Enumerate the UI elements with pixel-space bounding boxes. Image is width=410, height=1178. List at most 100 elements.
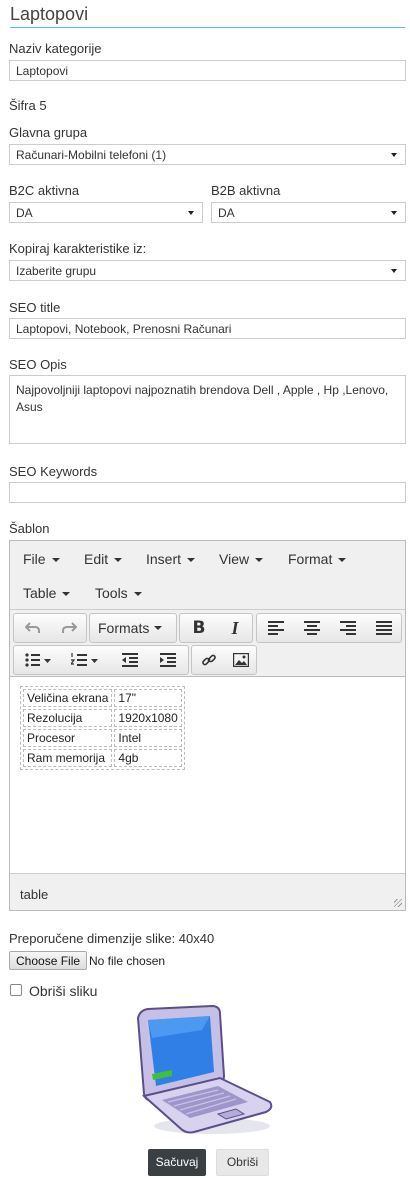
sifra-text: Šifra 5 — [9, 98, 47, 113]
insert-group — [191, 645, 257, 675]
caret-down-icon — [338, 558, 347, 563]
sablon-label: Šablon — [9, 521, 50, 536]
caret-down-icon — [187, 558, 196, 563]
menu-table[interactable]: Table — [23, 585, 71, 601]
numbered-list-icon[interactable] — [62, 646, 108, 674]
seo-opis-label: SEO Opis — [9, 357, 67, 372]
spec-value-cell[interactable]: 1920x1080 — [114, 709, 182, 727]
table-row[interactable]: Rezolucija 1920x1080 — [23, 709, 182, 727]
b2c-value: DA — [16, 206, 33, 220]
table-row[interactable]: Procesor Intel — [23, 729, 182, 747]
seo-opis-textarea[interactable]: Najpovoljniji laptopovi najpoznatih bren… — [9, 375, 406, 444]
glavna-grupa-value: Računari-Mobilni telefoni (1) — [16, 148, 167, 162]
laptop-icon — [132, 1004, 274, 1136]
spec-value-cell[interactable]: 4gb — [114, 749, 182, 767]
menu-file[interactable]: File — [23, 551, 60, 567]
formats-label: Formats — [98, 614, 172, 642]
menu-edit[interactable]: Edit — [84, 551, 123, 567]
naziv-input[interactable]: Laptopovi — [9, 60, 406, 81]
caret-down-icon — [114, 558, 123, 563]
indent-icon[interactable] — [150, 646, 186, 674]
table-row[interactable]: Ram memorija 4gb — [23, 749, 182, 767]
caret-down-icon — [62, 592, 71, 597]
list-group — [13, 645, 189, 675]
spec-name-cell[interactable]: Veličina ekrana — [23, 689, 113, 707]
image-dimensions-label: Preporučene dimenzije slike: 40x40 — [9, 931, 215, 946]
menu-insert[interactable]: Insert — [146, 551, 196, 567]
menu-tools[interactable]: Tools — [95, 585, 142, 601]
obrisi-sliku-checkbox[interactable] — [10, 984, 22, 996]
bullet-list-icon[interactable] — [18, 646, 58, 674]
editor-content[interactable]: Veličina ekrana 17" Rezolucija 1920x1080 Pro… — [10, 677, 405, 873]
seo-title-input[interactable]: Laptopovi, Notebook, Prenosni Računari — [9, 318, 406, 339]
glavna-grupa-label: Glavna grupa — [9, 125, 88, 140]
menu-insert-label: Insert — [146, 551, 182, 567]
editor-menubar: File Edit Insert View Format Table Tools — [10, 541, 405, 609]
rich-text-editor: File Edit Insert View Format Table Tools… — [9, 540, 406, 911]
element-path[interactable]: table — [20, 887, 48, 902]
spec-name-cell[interactable]: Ram memorija — [23, 749, 113, 767]
delete-button[interactable]: Obriši — [216, 1149, 269, 1176]
spec-name-cell[interactable]: Procesor — [23, 729, 113, 747]
table-row[interactable]: Veličina ekrana 17" — [23, 689, 182, 707]
bold-icon[interactable]: B — [182, 614, 216, 642]
align-right-icon[interactable] — [331, 614, 365, 642]
page-title: Laptopovi — [10, 4, 89, 24]
glavna-grupa-select[interactable]: Računari-Mobilni telefoni (1) — [9, 144, 406, 165]
menu-tools-label: Tools — [95, 585, 128, 601]
align-justify-icon[interactable] — [367, 614, 401, 642]
chevron-down-icon — [391, 153, 397, 157]
kopiraj-value: Izaberite grupu — [16, 264, 97, 278]
menu-view-label: View — [219, 551, 250, 567]
seo-keywords-label: SEO Keywords — [9, 464, 98, 479]
seo-title-label: SEO title — [9, 300, 61, 315]
spec-value-cell[interactable]: Intel — [114, 729, 182, 747]
resize-handle-icon[interactable] — [394, 899, 402, 907]
file-name-text: No file chosen — [89, 954, 166, 968]
chevron-down-icon — [188, 211, 194, 215]
align-group — [256, 613, 402, 643]
caret-down-icon — [255, 558, 264, 563]
b2c-select[interactable]: DA — [9, 202, 203, 223]
editor-toolbar: Formats B I — [10, 609, 405, 677]
menu-file-label: File — [23, 551, 46, 567]
title-divider — [10, 27, 405, 28]
chevron-down-icon — [391, 269, 397, 273]
formats-dropdown[interactable]: Formats — [89, 613, 177, 643]
formats-text: Formats — [98, 620, 150, 636]
spec-name-cell[interactable]: Rezolucija — [23, 709, 113, 727]
obrisi-sliku-label[interactable]: Obriši sliku — [29, 983, 97, 999]
template-table[interactable]: Veličina ekrana 17" Rezolucija 1920x1080 Pro… — [20, 686, 185, 770]
spec-value-cell[interactable]: 17" — [114, 689, 182, 707]
outdent-icon[interactable] — [112, 646, 148, 674]
chevron-down-icon — [391, 211, 397, 215]
editor-statusbar: table — [10, 873, 405, 910]
caret-down-icon — [51, 558, 60, 563]
undo-icon[interactable] — [16, 614, 50, 642]
menu-format-label: Format — [288, 551, 333, 567]
b2b-label: B2B aktivna — [211, 183, 281, 198]
history-group — [13, 613, 87, 643]
b2c-label: B2C aktivna — [9, 183, 80, 198]
redo-icon[interactable] — [52, 614, 86, 642]
menu-edit-label: Edit — [84, 551, 109, 567]
caret-down-icon — [154, 626, 163, 630]
choose-file-button[interactable]: Choose File — [9, 951, 88, 970]
italic-icon[interactable]: I — [218, 614, 252, 642]
save-button[interactable]: Sačuvaj — [148, 1149, 206, 1176]
align-left-icon[interactable] — [259, 614, 293, 642]
image-icon[interactable] — [225, 646, 256, 674]
b2b-value: DA — [218, 206, 235, 220]
menu-table-label: Table — [23, 585, 57, 601]
link-icon[interactable] — [193, 646, 224, 674]
kopiraj-label: Kopiraj karakteristike iz: — [9, 241, 147, 256]
menu-format[interactable]: Format — [288, 551, 347, 567]
caret-down-icon — [133, 592, 142, 597]
kopiraj-select[interactable]: Izaberite grupu — [9, 260, 406, 281]
naziv-label: Naziv kategorije — [9, 41, 102, 56]
align-center-icon[interactable] — [295, 614, 329, 642]
b2b-select[interactable]: DA — [211, 202, 406, 223]
style-group: B I — [179, 613, 253, 643]
menu-view[interactable]: View — [219, 551, 264, 567]
seo-keywords-input[interactable] — [9, 482, 406, 503]
